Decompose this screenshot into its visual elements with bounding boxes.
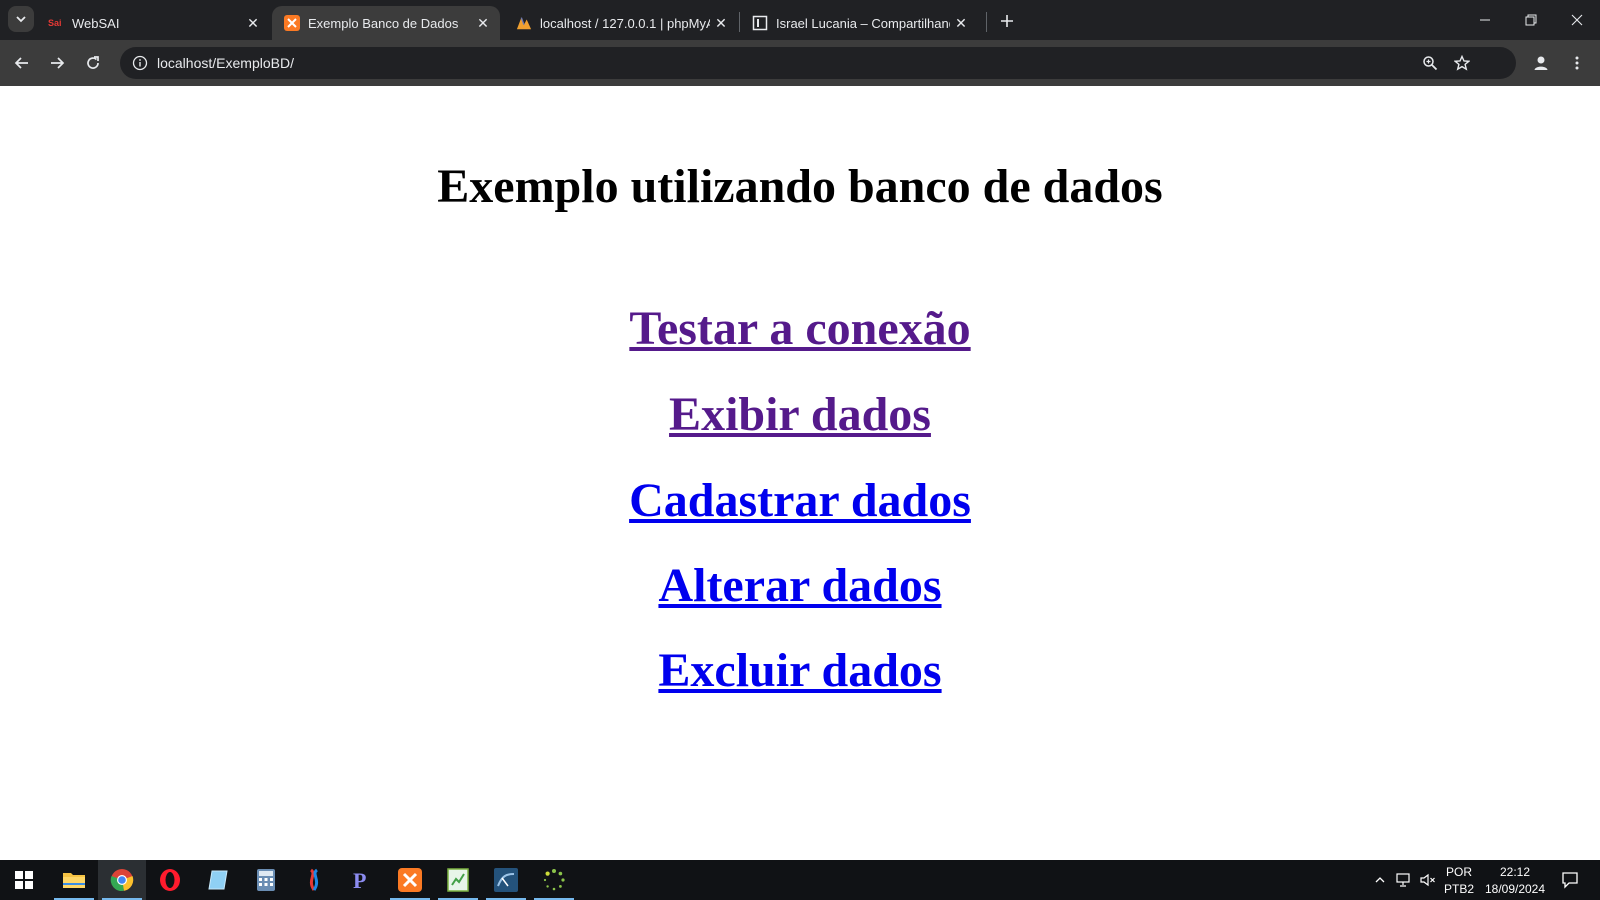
- address-bar[interactable]: localhost/ExemploBD/: [120, 47, 1516, 79]
- site-info-icon[interactable]: [128, 51, 152, 75]
- page-title: Exemplo utilizando banco de dados: [437, 160, 1163, 213]
- notepad-icon: [208, 870, 228, 890]
- database-icon: [494, 868, 518, 892]
- link-testar-conexao[interactable]: Testar a conexão: [0, 301, 1600, 356]
- phpmyadmin-favicon: [516, 15, 532, 31]
- url-host: localhost: [157, 55, 213, 71]
- restore-button[interactable]: [1508, 0, 1554, 40]
- forward-button[interactable]: [42, 48, 72, 78]
- close-icon[interactable]: ✕: [710, 12, 732, 34]
- clock-date: 18/09/2024: [1484, 882, 1546, 896]
- clock-time: 22:12: [1499, 865, 1531, 879]
- tab-separator: [986, 12, 987, 32]
- arrow-left-icon: [14, 57, 28, 69]
- file-explorer-app[interactable]: [50, 860, 98, 900]
- link-alterar-dados[interactable]: Alterar dados: [0, 558, 1600, 613]
- profile-icon: [1534, 56, 1548, 70]
- browser-toolbar: localhost/ExemploBD/: [0, 40, 1600, 86]
- close-icon[interactable]: ✕: [242, 12, 264, 34]
- xampp-icon: [398, 868, 422, 892]
- websai-favicon: Sai: [48, 15, 64, 31]
- link-excluir-dados[interactable]: Excluir dados: [0, 643, 1600, 698]
- restore-icon: [1525, 14, 1537, 26]
- plus-icon: [1001, 15, 1013, 27]
- language-indicator[interactable]: POR PTB2: [1442, 865, 1476, 896]
- link-cadastrar-dados[interactable]: Cadastrar dados: [0, 473, 1600, 528]
- tab-search-button[interactable]: [8, 6, 34, 32]
- dev-tool-icon: [309, 868, 319, 891]
- opera-app[interactable]: [146, 860, 194, 900]
- tab-phpmyadmin[interactable]: localhost / 127.0.0.1 | phpMyAdmin ✕: [504, 6, 738, 40]
- minimize-button[interactable]: [1462, 0, 1508, 40]
- chrome-icon: [110, 869, 134, 892]
- back-button[interactable]: [7, 48, 37, 78]
- chevron-up-icon: [1375, 877, 1385, 883]
- windows-taskbar: P POR PTB2 22:12 18/09/2024: [0, 860, 1600, 900]
- page-favicon: [752, 15, 768, 31]
- tab-websai[interactable]: Sai WebSAI ✕: [36, 6, 270, 40]
- svg-text:P: P: [353, 868, 366, 892]
- network-icon[interactable]: [1394, 870, 1414, 890]
- start-button[interactable]: [0, 860, 48, 900]
- tab-title: WebSAI: [72, 15, 120, 31]
- notification-center-button[interactable]: [1558, 870, 1582, 890]
- language-code: POR: [1445, 865, 1472, 879]
- calculator-app[interactable]: [242, 860, 290, 900]
- xampp-favicon: [284, 15, 300, 31]
- notification-icon: [1562, 872, 1578, 889]
- profile-button[interactable]: [1526, 48, 1556, 78]
- tab-title: localhost / 127.0.0.1 | phpMyAdmin: [540, 15, 710, 31]
- browser-menu-button[interactable]: [1562, 48, 1592, 78]
- svg-text:Sai: Sai: [48, 18, 62, 28]
- close-window-button[interactable]: [1554, 0, 1600, 40]
- calculator-icon: [257, 869, 275, 891]
- clock[interactable]: 22:12 18/09/2024: [1480, 865, 1550, 896]
- chrome-app[interactable]: [98, 860, 146, 900]
- bookmark-star-icon[interactable]: [1450, 51, 1474, 75]
- volume-muted-icon[interactable]: [1418, 870, 1438, 890]
- php-tool-app[interactable]: P: [338, 860, 386, 900]
- dev-tool-app[interactable]: [290, 860, 338, 900]
- keyboard-layout: PTB2: [1443, 882, 1474, 896]
- windows-logo-icon: [15, 871, 33, 889]
- minimize-icon: [1480, 19, 1490, 21]
- reload-icon: [87, 56, 99, 69]
- more-vertical-icon: [1575, 56, 1579, 70]
- close-icon: [1571, 14, 1583, 26]
- opera-icon: [160, 869, 180, 891]
- mysql-workbench-app[interactable]: [482, 860, 530, 900]
- tab-exemplo-banco[interactable]: Exemplo Banco de Dados ✕: [272, 6, 500, 40]
- chevron-down-icon: [16, 16, 26, 23]
- xampp-app[interactable]: [386, 860, 434, 900]
- arrow-right-icon: [51, 57, 65, 69]
- tab-israel-lucania[interactable]: Israel Lucania – Compartilhando ✕: [740, 6, 978, 40]
- editor-app[interactable]: [434, 860, 482, 900]
- close-icon[interactable]: ✕: [950, 12, 972, 34]
- tab-title: Exemplo Banco de Dados: [308, 15, 459, 31]
- folder-icon: [63, 873, 85, 888]
- url-text[interactable]: localhost/ExemploBD/: [157, 55, 294, 71]
- loader-app[interactable]: [530, 860, 578, 900]
- url-path: /ExemploBD/: [212, 55, 294, 71]
- spinner-icon: [543, 869, 565, 891]
- browser-tab-strip: Sai WebSAI ✕ Exemplo Banco de Dados ✕ lo…: [0, 0, 1600, 40]
- show-hidden-icons-button[interactable]: [1370, 870, 1390, 890]
- notepad-app[interactable]: [194, 860, 242, 900]
- reload-button[interactable]: [78, 48, 108, 78]
- php-tool-icon: P: [353, 868, 366, 892]
- close-icon[interactable]: ✕: [472, 12, 494, 34]
- link-exibir-dados[interactable]: Exibir dados: [0, 387, 1600, 442]
- editor-icon: [447, 868, 469, 892]
- new-tab-button[interactable]: [994, 8, 1020, 34]
- page-content: Exemplo utilizando banco de dados Testar…: [0, 86, 1600, 860]
- zoom-icon[interactable]: [1418, 51, 1442, 75]
- tab-title: Israel Lucania – Compartilhando: [776, 15, 950, 31]
